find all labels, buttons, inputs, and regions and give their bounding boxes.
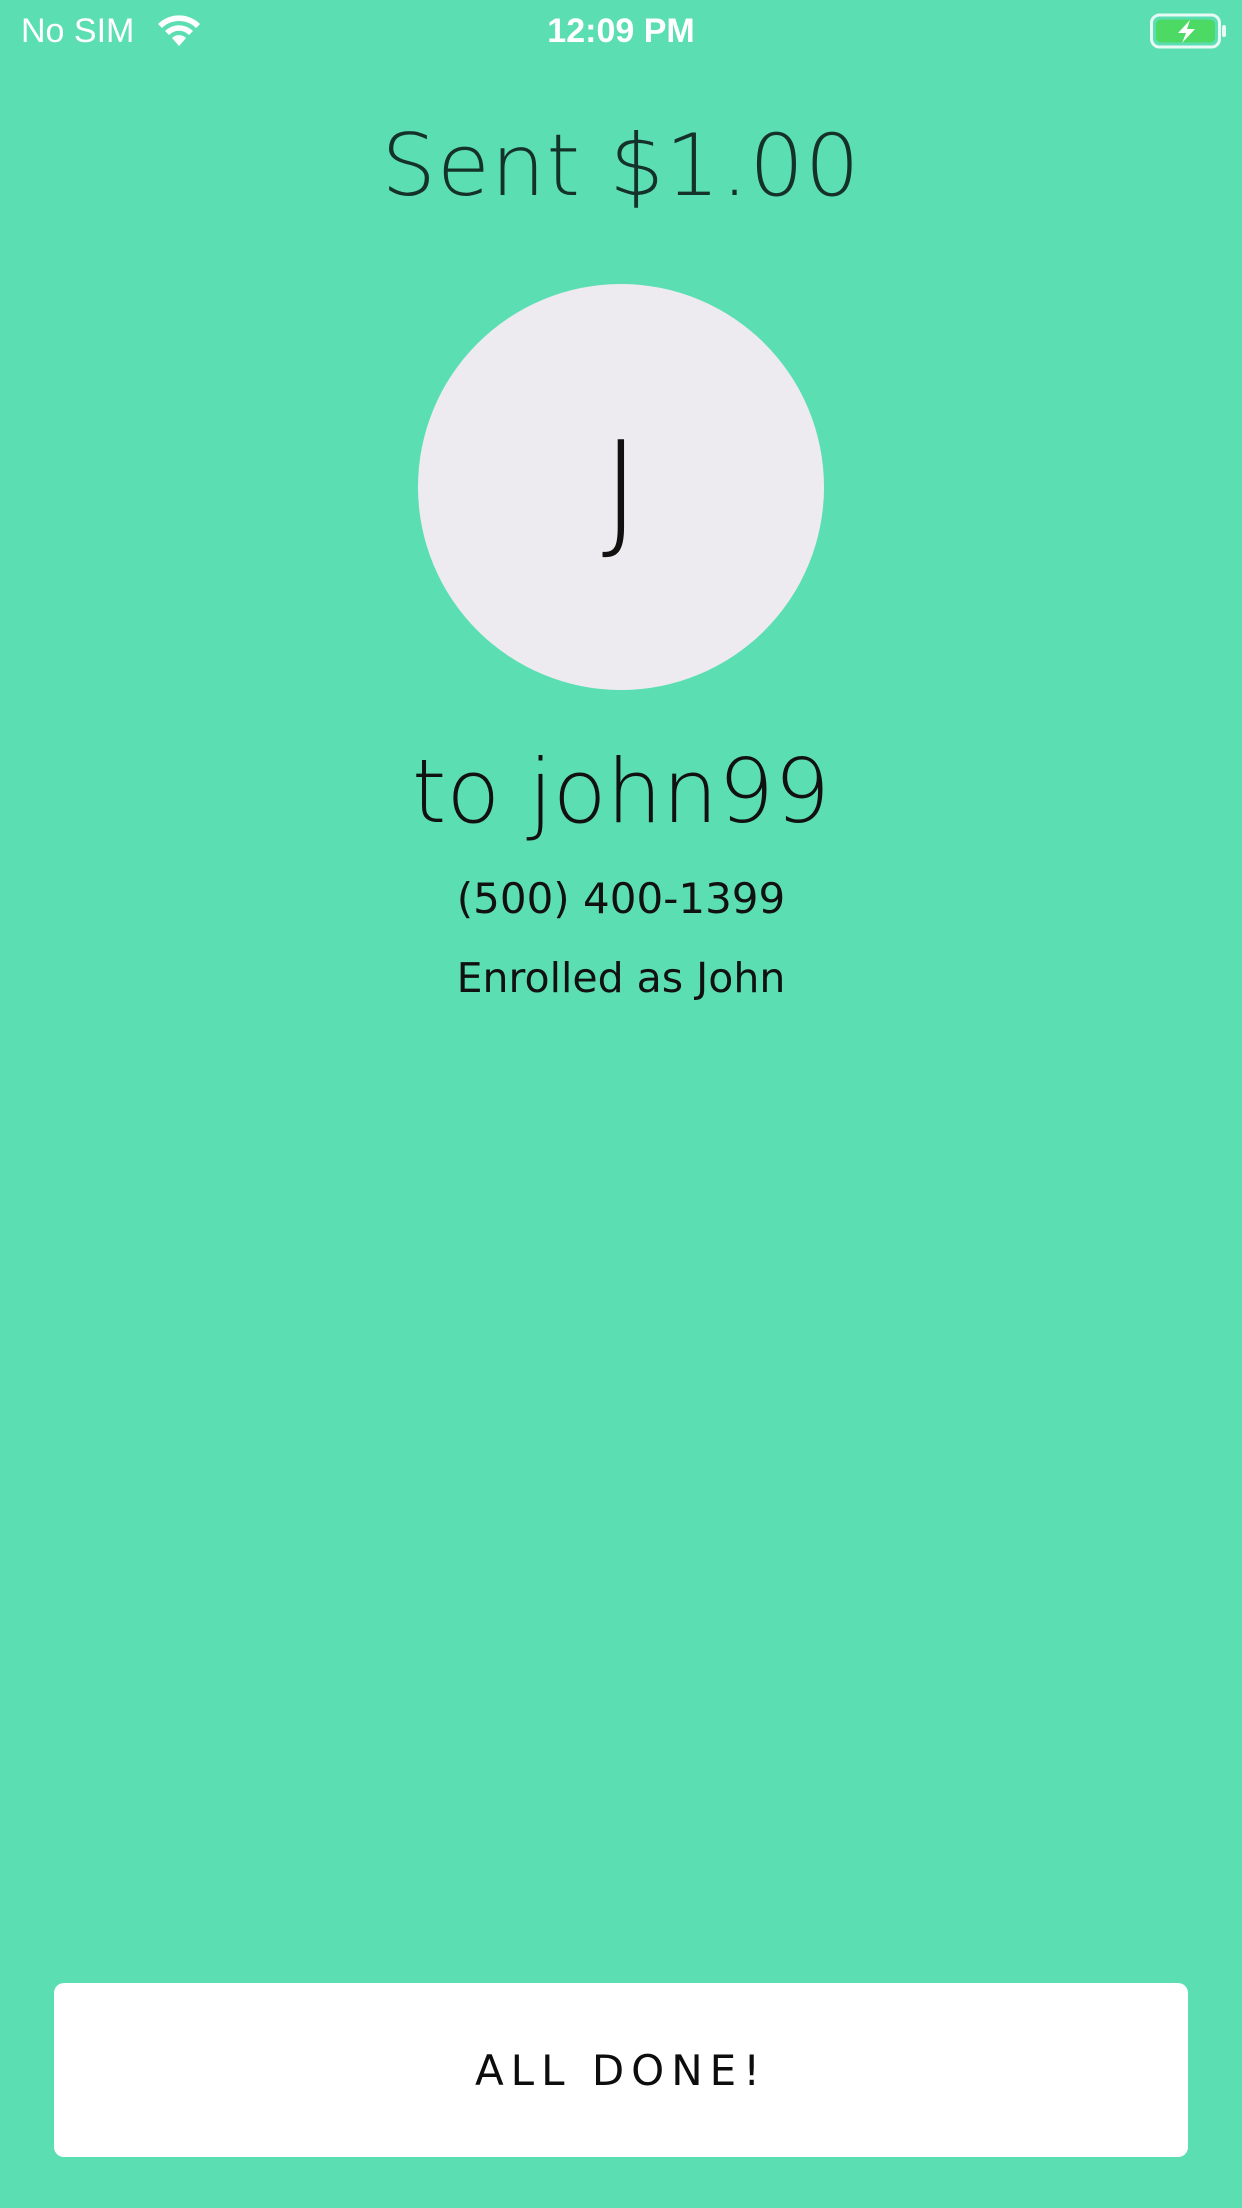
status-bar: No SIM 12:09 PM (0, 0, 1242, 62)
sent-amount-title: Sent $1.00 (381, 116, 861, 216)
recipient-phone: (500) 400-1399 (456, 874, 786, 923)
clock-label: 12:09 PM (547, 12, 695, 50)
recipient-enrolled-name: Enrolled as John (456, 954, 786, 1002)
all-done-button[interactable]: ALL DONE! (54, 1983, 1188, 2157)
avatar: J (418, 284, 824, 690)
all-done-label: ALL DONE! (474, 2045, 768, 2095)
recipient-username: to john99 (411, 740, 831, 843)
battery-charging-icon (1150, 13, 1226, 49)
avatar-initial: J (601, 413, 641, 565)
